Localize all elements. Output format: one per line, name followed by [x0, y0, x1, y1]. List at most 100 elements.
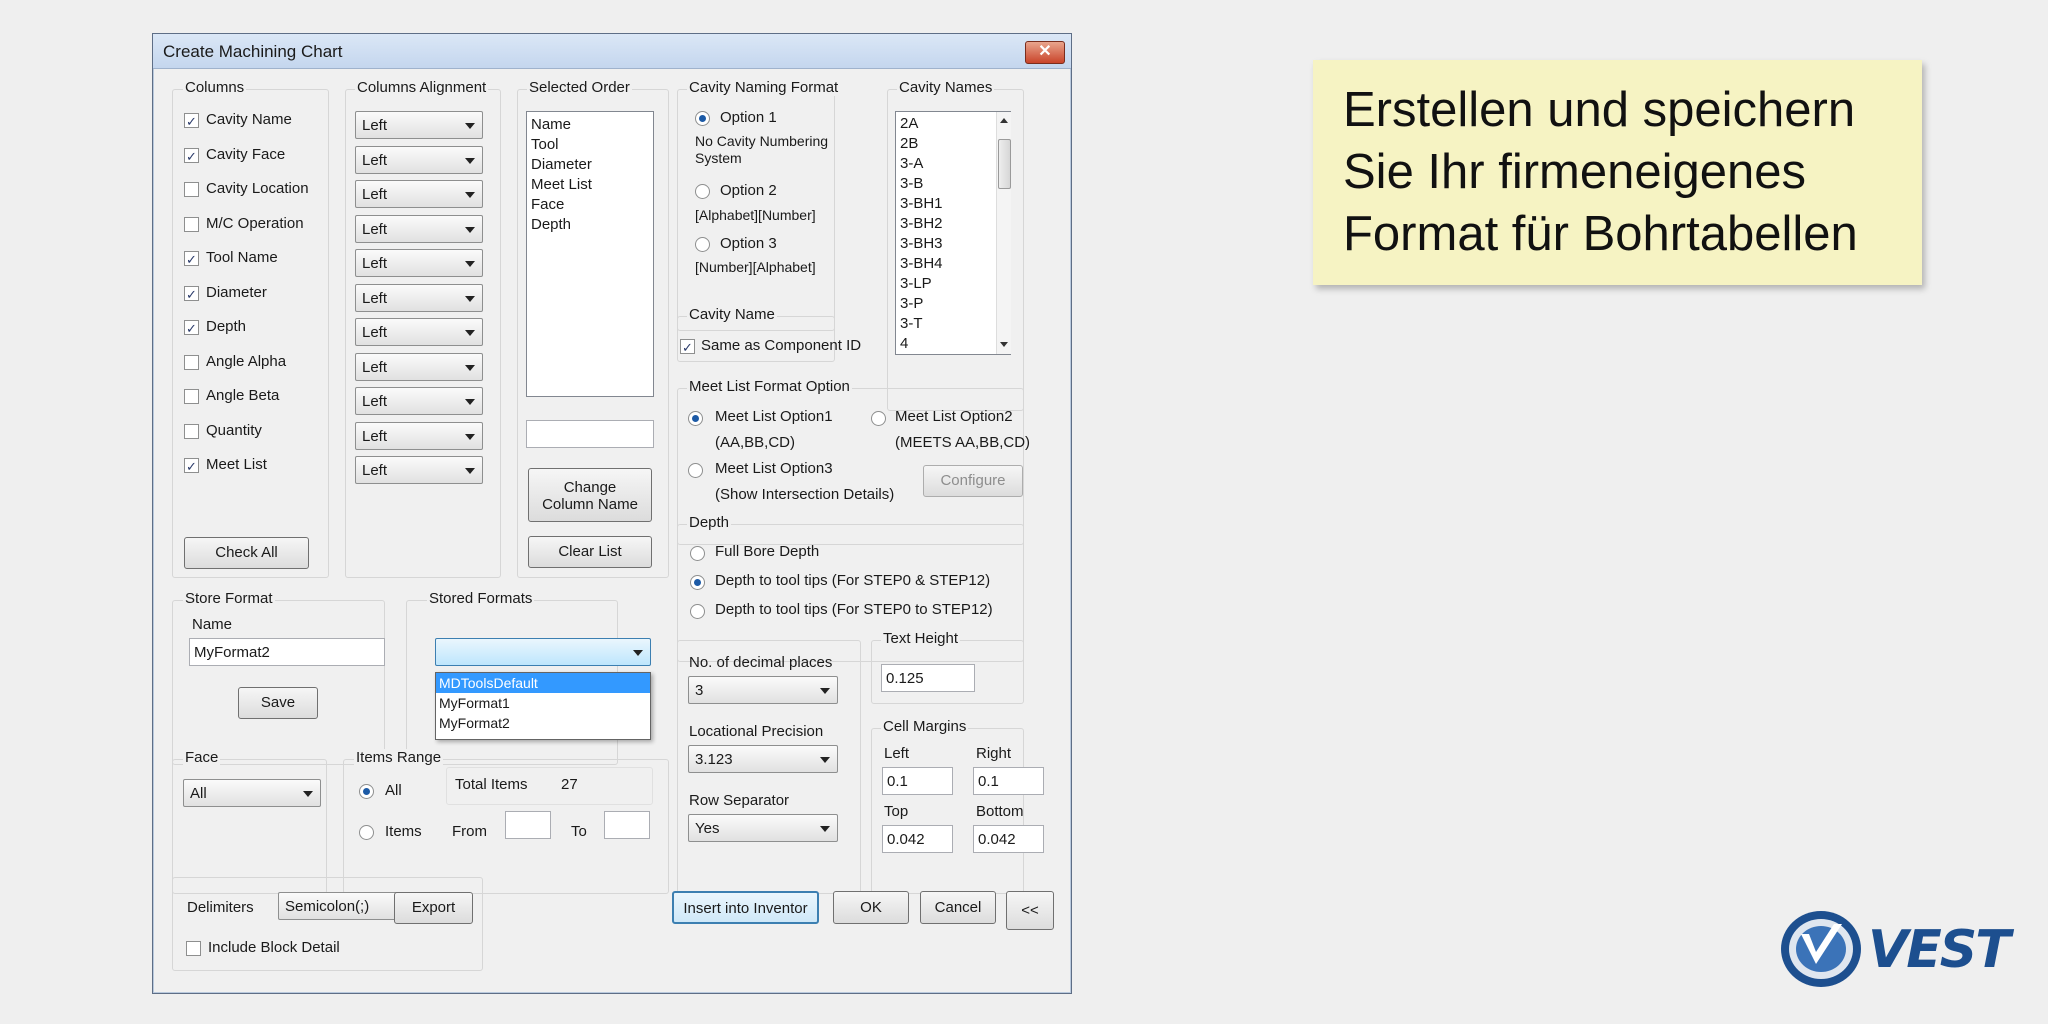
locational-precision-combo[interactable]: 3.123	[688, 745, 838, 773]
dropdown-option[interactable]: MDToolsDefault	[436, 673, 650, 693]
dropdown-option[interactable]: MyFormat1	[436, 693, 650, 713]
column-checkbox[interactable]	[184, 389, 199, 404]
save-format-button[interactable]: Save	[238, 687, 318, 719]
naming-option3-desc: [Number][Alphabet]	[695, 259, 816, 275]
note-line-3: Format für Bohrtabellen	[1343, 207, 1858, 261]
column-checkbox[interactable]: ✓	[184, 285, 199, 302]
format-name-input[interactable]: MyFormat2	[189, 638, 385, 666]
column-checkbox[interactable]	[184, 182, 199, 197]
cavity-names-scrollbar[interactable]	[996, 112, 1011, 354]
change-column-name-button[interactable]: Change Column Name	[528, 468, 652, 522]
list-item[interactable]: Name	[527, 115, 653, 135]
close-button[interactable]: ✕	[1025, 41, 1065, 64]
alignment-combo[interactable]: Left	[355, 352, 483, 381]
alignment-combo[interactable]: Left	[355, 318, 483, 346]
scroll-down-icon[interactable]	[1000, 342, 1008, 347]
alignment-combo[interactable]: Left	[355, 283, 483, 312]
dropdown-option[interactable]: MyFormat2	[436, 713, 650, 733]
cancel-button[interactable]: Cancel	[920, 891, 996, 924]
same-as-component-id-checkbox[interactable]: ✓	[680, 339, 695, 355]
column-checkbox[interactable]: ✓	[184, 147, 199, 164]
naming-option1-label: Option 1	[720, 109, 777, 126]
face-combo[interactable]: All	[183, 779, 321, 807]
alignment-combo[interactable]: Left	[355, 387, 483, 415]
scroll-thumb[interactable]	[998, 139, 1011, 189]
naming-option2-radio[interactable]	[695, 184, 710, 199]
depth-option-radio[interactable]	[690, 546, 705, 561]
vest-logo-icon	[1781, 911, 1861, 987]
dropdown-arrow-icon	[465, 123, 475, 129]
note-line-1: Erstellen und speichern	[1343, 83, 1856, 137]
stored-formats-combo[interactable]	[435, 638, 651, 666]
list-item[interactable]: 2B	[896, 134, 1010, 154]
ok-button[interactable]: OK	[833, 891, 909, 924]
list-item[interactable]: Face	[527, 195, 653, 215]
dropdown-arrow-icon	[465, 364, 475, 371]
list-item[interactable]: Tool	[527, 135, 653, 155]
cavity-names-listbox[interactable]: 2A 2B 3-A 3-B 3-BH1 3-BH2 3-BH3 3-BH4 3-LP 3-P 3-T…	[895, 111, 1011, 355]
naming-option1-radio[interactable]	[695, 111, 710, 126]
list-item[interactable]: 3-BH3	[896, 234, 1010, 254]
create-machining-chart-dialog: Create Machining Chart ✕ Columns ✓ Cavity…	[152, 33, 1072, 994]
insert-into-inventor-button[interactable]: Insert into Inventor	[672, 891, 819, 924]
margin-top-input[interactable]: 0.042	[882, 825, 953, 853]
naming-option3-radio[interactable]	[695, 237, 710, 252]
scroll-up-icon[interactable]	[1000, 118, 1008, 123]
decimal-places-combo[interactable]: 3	[688, 676, 838, 704]
margin-right-input[interactable]: 0.1	[973, 767, 1044, 795]
meet-list-option1-radio[interactable]	[688, 411, 703, 426]
column-checkbox[interactable]	[184, 423, 199, 439]
list-item[interactable]: 3-BH1	[896, 194, 1010, 214]
alignment-combo[interactable]: Left	[355, 111, 483, 139]
list-item[interactable]: 3-B	[896, 174, 1010, 194]
column-name-input[interactable]	[526, 420, 654, 448]
list-item[interactable]: 4	[896, 334, 1010, 354]
column-checkbox-label: Tool Name	[206, 249, 278, 266]
list-item[interactable]: 3-LP	[896, 274, 1010, 294]
include-block-detail-checkbox[interactable]	[186, 941, 201, 956]
range-items-radio[interactable]	[359, 825, 374, 840]
list-item[interactable]: 3-BH4	[896, 254, 1010, 274]
text-height-input[interactable]: 0.125	[881, 664, 975, 692]
check-all-button[interactable]: Check All	[184, 537, 309, 569]
meet-list-option3-radio[interactable]	[688, 463, 703, 478]
alignment-combo[interactable]: Left	[355, 145, 483, 174]
clear-list-button[interactable]: Clear List	[528, 536, 652, 568]
list-item[interactable]: Meet List	[527, 175, 653, 195]
alignment-combo[interactable]: Left	[355, 456, 483, 484]
list-item[interactable]: 2A	[896, 114, 1010, 134]
list-item[interactable]: 3-P	[896, 294, 1010, 314]
list-item[interactable]: Diameter	[527, 155, 653, 175]
margin-left-input[interactable]: 0.1	[882, 767, 953, 795]
alignment-combo[interactable]: Left	[355, 249, 483, 277]
locational-precision-label: Locational Precision	[689, 723, 824, 740]
alignment-combo[interactable]: Left	[355, 421, 483, 450]
list-item[interactable]: Depth	[527, 215, 653, 235]
export-button[interactable]: Export	[394, 892, 473, 924]
range-from-input[interactable]	[505, 811, 551, 839]
column-checkbox[interactable]: ✓	[184, 458, 199, 474]
column-checkbox-label: Diameter	[206, 283, 267, 301]
depth-group-label: Depth	[687, 514, 732, 531]
selected-order-listbox[interactable]: Name Tool Diameter Meet List Face Depth	[526, 111, 654, 397]
column-checkbox[interactable]: ✓	[184, 320, 199, 336]
list-item[interactable]: 3-BH2	[896, 214, 1010, 234]
meet-list-option2-radio[interactable]	[871, 411, 886, 426]
depth-option-radio[interactable]	[690, 604, 705, 619]
list-item[interactable]: 3-A	[896, 154, 1010, 174]
list-item[interactable]: 3-T	[896, 314, 1010, 334]
range-all-radio[interactable]	[359, 784, 374, 799]
collapse-button[interactable]: <<	[1006, 891, 1054, 930]
alignment-combo[interactable]: Left	[355, 180, 483, 208]
configure-button[interactable]: Configure	[923, 465, 1023, 497]
column-checkbox[interactable]	[184, 216, 199, 232]
depth-option-radio[interactable]	[690, 575, 705, 590]
range-to-input[interactable]	[604, 811, 650, 839]
meet-list-option2-label: Meet List Option2	[895, 408, 1013, 425]
column-checkbox[interactable]	[184, 354, 199, 370]
alignment-combo[interactable]: Left	[355, 214, 483, 243]
margin-bottom-input[interactable]: 0.042	[973, 825, 1044, 853]
column-checkbox[interactable]: ✓	[184, 251, 199, 267]
row-separator-combo[interactable]: Yes	[688, 814, 838, 842]
column-checkbox[interactable]: ✓	[184, 113, 199, 129]
